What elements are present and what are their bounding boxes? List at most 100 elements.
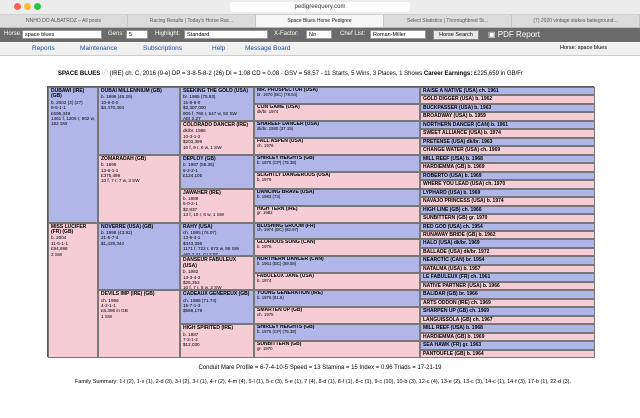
horse-link[interactable]: BALIDAR (GB) br. 1966 — [423, 291, 592, 297]
horse-link[interactable]: NEARCTIC (CAN) br. 1954 — [423, 257, 592, 263]
pedigree-gen4-cell[interactable]: SHIRLEY HEIGHTS (GB) b. 1975 (CP) (75.38) — [254, 154, 420, 172]
highlight-select[interactable]: Standard — [184, 30, 268, 39]
pedigree-gen4-cell[interactable]: BLUSHING GROOM (FR) ch. 1974 (BC) (82.97) — [254, 222, 420, 240]
horse-link[interactable]: LE FABULEUX (FR) ch. 1961 — [423, 274, 592, 280]
horse-link[interactable]: CHANGE WATER (USA) ch. 1969 — [423, 147, 592, 153]
pedigree-gen5-cell[interactable]: HALO (USA) dk/br. 1969 — [420, 239, 595, 248]
pedigree-gen4-cell[interactable]: SHIRLEY HEIGHTS (GB) b. 1975 (CP) (75.38) — [254, 324, 420, 342]
horse-link[interactable]: SWEET ALLIANCE (USA) b. 1974 — [423, 130, 592, 136]
pedigree-gen5-cell[interactable]: NAVAJO PRINCESS (USA) b. 1974 — [420, 197, 595, 206]
horse-link[interactable]: RUNAWAY BRIDE (GB) b. 1962 — [423, 232, 592, 238]
pedigree-gen3-cell[interactable]: DEPLOY (GB) b. 1987 (55.35) 5-2-2-1 £124,10… — [180, 154, 254, 189]
horse-link[interactable]: BALLADE (USA) dk/br. 1972 — [423, 249, 592, 255]
pedigree-gen5-cell[interactable]: MILL REEF (USA) b. 1968 — [420, 324, 595, 333]
pedigree-gen5-cell[interactable]: BALLADE (USA) dk/br. 1972 — [420, 247, 595, 257]
pedigree-gen4-cell[interactable]: HIGH TERN (IRE) gr. 1982 — [254, 205, 420, 223]
pedigree-gen5-cell[interactable]: PRETENSE (USA) dk/br. 1963 — [420, 137, 595, 147]
info-icon[interactable]: ⓘ — [102, 71, 108, 77]
pedigree-gen5-cell[interactable]: PANTOUFLE (GB) b. 1964 — [420, 349, 595, 358]
browser-tab[interactable]: (7) 2020 vintage stakes batteground... — [512, 15, 640, 27]
pedigree-gen4-cell[interactable]: CON GAME (USA) dk/br. 1974 — [254, 103, 420, 121]
horse-link[interactable]: SUNBITTERN (GB) gr. 1970 — [423, 215, 592, 221]
close-window-icon[interactable] — [14, 3, 21, 10]
pedigree-gen5-cell[interactable]: ARTS ODDON (IRE) ch. 1969 — [420, 298, 595, 308]
horse-link[interactable]: LANGUISSOLA (GB) ch. 1967 — [423, 317, 592, 323]
pedigree-gen5-cell[interactable]: CHANGE WATER (USA) ch. 1969 — [420, 146, 595, 155]
horse-link[interactable]: HARDIEMMA (GB) b. 1969 — [423, 334, 592, 340]
pedigree-gen5-cell[interactable]: BUCKPASSER (USA) b. 1963 — [420, 103, 595, 113]
pedigree-gen5-cell[interactable]: ROBERTO (USA) b. 1969 — [420, 171, 595, 181]
pedigree-gen5-cell[interactable]: HARDIEMMA (GB) b. 1969 — [420, 163, 595, 172]
pedigree-gen5-cell[interactable]: SHARPEN UP (GB) ch. 1969 — [420, 307, 595, 316]
pedigree-gen5-cell[interactable]: MILL REEF (USA) b. 1968 — [420, 154, 595, 164]
address-bar[interactable]: pedigreequery.com — [230, 2, 410, 12]
horse-link[interactable]: BROADWAY (USA) b. 1959 — [423, 113, 592, 119]
pedigree-gen5-cell[interactable]: HARDIEMMA (GB) b. 1969 — [420, 332, 595, 342]
horse-link[interactable]: HARDIEMMA (GB) b. 1969 — [423, 164, 592, 170]
horse-link[interactable]: WHERE YOU LEAD (USA) ch. 1970 — [423, 181, 592, 187]
pedigree-gen3-cell[interactable]: DANSEUR FABULEUX (USA) b. 1982 13-3-4-3 $25… — [180, 256, 254, 291]
pedigree-gen5-cell[interactable]: BALIDAR (GB) br. 1966 — [420, 290, 595, 299]
horse-link[interactable]: LYPHARD (USA) b. 1969 — [423, 190, 592, 196]
pedigree-gen5-cell[interactable]: LYPHARD (USA) b. 1969 — [420, 188, 595, 198]
pedigree-gen3-cell[interactable]: RAHY (USA) ch. 1985 (76.07) 13-6-4-1 $343,3… — [180, 222, 254, 257]
browser-tab[interactable]: Space Blues Horse Pedigree — [256, 15, 384, 27]
pedigree-gen4-cell[interactable]: SUNBITTERN (GB) gr. 1970 — [254, 341, 420, 358]
pedigree-gen4-cell[interactable]: SLIGHTLY DANGEROUS (USA) b. 1979 — [254, 171, 420, 189]
pedigree-gen5-cell[interactable]: NORTHERN DANCER (CAN) b. 1961 — [420, 120, 595, 130]
pedigree-gen5-cell[interactable]: LE FABULEUX (FR) ch. 1961 — [420, 273, 595, 282]
pedigree-gen4-cell[interactable]: NORTHERN DANCER (CAN) b. 1961 (BC) (89.58… — [254, 256, 420, 274]
horse-link[interactable]: CADEAUX GENEREUX (GB) — [183, 291, 251, 297]
horse-link[interactable]: NATIVE PARTNER (USA) b. 1966 — [423, 283, 592, 289]
nav-help[interactable]: Help — [212, 45, 225, 52]
horse-link[interactable]: ARTS ODDON (IRE) ch. 1969 — [423, 300, 592, 306]
horse-link[interactable]: BUCKPASSER (USA) b. 1963 — [423, 105, 592, 111]
zoom-window-icon[interactable] — [34, 3, 41, 10]
pedigree-gen5-cell[interactable]: SWEET ALLIANCE (USA) b. 1974 — [420, 129, 595, 138]
pedigree-gen3-cell[interactable]: CADEAUX GENEREUX (GB) ch. 1985 (71.74) 15-… — [180, 290, 254, 325]
pedigree-gen4-cell[interactable]: MR. PROSPECTOR (USA) br. 1970 (BC) (78.54… — [254, 87, 420, 104]
pedigree-gen5-cell[interactable]: NATIVE PARTNER (USA) b. 1966 — [420, 281, 595, 291]
horse-link[interactable]: HALO (USA) dk/br. 1969 — [423, 240, 592, 246]
pedigree-gen4-cell[interactable]: SMARTEN UP (GB) ch. 1975 — [254, 307, 420, 325]
browser-tab[interactable]: Racing Results | Today's Horse Rac... — [128, 15, 256, 27]
gens-select[interactable]: 5 — [126, 30, 148, 39]
horse-search-input[interactable]: space blues — [22, 30, 102, 39]
nav-subscriptions[interactable]: Subscriptions — [143, 45, 182, 52]
chef-list-select[interactable]: Roman-Miller — [370, 30, 426, 39]
horse-link[interactable]: SEA HAWK (FR) gr. 1963 — [423, 342, 592, 348]
horse-link[interactable]: PANTOUFLE (GB) b. 1964 — [423, 351, 592, 357]
pedigree-gen5-cell[interactable]: GOLD DIGGER (USA) b. 1962 — [420, 95, 595, 104]
horse-link[interactable]: ROBERTO (USA) b. 1969 — [423, 173, 592, 179]
horse-link[interactable]: HIGH LINE (GB) ch. 1966 — [423, 207, 592, 213]
horse-link[interactable]: NAVAJO PRINCESS (USA) b. 1974 — [423, 198, 592, 204]
pedigree-gen5-cell[interactable]: RUNAWAY BRIDE (GB) b. 1962 — [420, 230, 595, 240]
pdf-report-button[interactable]: ▣ PDF Report — [488, 30, 540, 39]
pedigree-gen1-cell[interactable]: DUBAWI (IRE) (GB) b. 2002 {3} (27) 8-5-1-1… — [48, 87, 98, 223]
pedigree-gen3-cell[interactable]: COLORADO DANCER (IRE) dk/br. 1986 10-3-1-2… — [180, 120, 254, 155]
pedigree-gen3-cell[interactable]: HIGH SPIRITED (IRE) b. 1987 7-2-1-2 $12,030 — [180, 324, 254, 358]
pedigree-gen4-cell[interactable]: FABULEUX JANE (USA) b. 1974 — [254, 273, 420, 291]
pedigree-gen5-cell[interactable]: RAISE A NATIVE (USA) ch. 1961 — [420, 87, 595, 96]
pedigree-gen2-cell[interactable]: NOVERRE (USA) (GB) b. 1998 (43.92) 21-5-7-… — [98, 222, 180, 291]
pedigree-gen2-cell[interactable]: DUBAI MILLENNIUM (GB) b. 1996 (45.29) 10-9… — [98, 87, 180, 155]
pedigree-gen2-cell[interactable]: ZOMARADAH (GB) b. 1995 13-6-1-1 £375,499 10 … — [98, 154, 180, 223]
pedigree-gen3-cell[interactable]: SEEKING THE GOLD (USA) br. 1985 (75.93) 15… — [180, 87, 254, 121]
horse-link[interactable]: DANSEUR FABULEUX (USA) — [183, 258, 251, 269]
pedigree-gen5-cell[interactable]: RED GOD (USA) ch. 1954 — [420, 222, 595, 231]
horse-link[interactable]: RED GOD (USA) ch. 1954 — [423, 224, 592, 230]
pedigree-gen5-cell[interactable]: NEARCTIC (CAN) br. 1954 — [420, 256, 595, 265]
pedigree-gen4-cell[interactable]: SHAREEF DANCER (USA) dk/br. 1980 (37.19) — [254, 120, 420, 138]
horse-link[interactable]: MISS LUCIFER (FR) (GB) — [51, 224, 95, 236]
nav-message-board[interactable]: Message Board — [245, 45, 291, 52]
horse-link[interactable]: GOLD DIGGER (USA) b. 1962 — [423, 97, 592, 103]
pedigree-gen4-cell[interactable]: YOUNG GENERATION (IRE) b. 1976 (81.9) — [254, 290, 420, 308]
horse-link[interactable]: NORTHERN DANCER (CAN) b. 1961 — [423, 122, 592, 128]
pedigree-gen2-cell[interactable]: DEVILS IMP (IRE) (GB) ch. 1996 4-2-1-1 £6,3… — [98, 290, 180, 358]
pedigree-gen5-cell[interactable]: WHERE YOU LEAD (USA) ch. 1970 — [420, 180, 595, 189]
browser-tab[interactable]: Select Statistics | Thoroughbred St... — [384, 15, 512, 27]
pedigree-gen4-cell[interactable]: FALL ASPEN (USA) ch. 1976 — [254, 137, 420, 155]
horse-link[interactable]: PRETENSE (USA) dk/br. 1963 — [423, 139, 592, 145]
horse-link[interactable]: NATALMA (USA) b. 1957 — [423, 266, 592, 272]
pedigree-gen5-cell[interactable]: LANGUISSOLA (GB) ch. 1967 — [420, 315, 595, 325]
